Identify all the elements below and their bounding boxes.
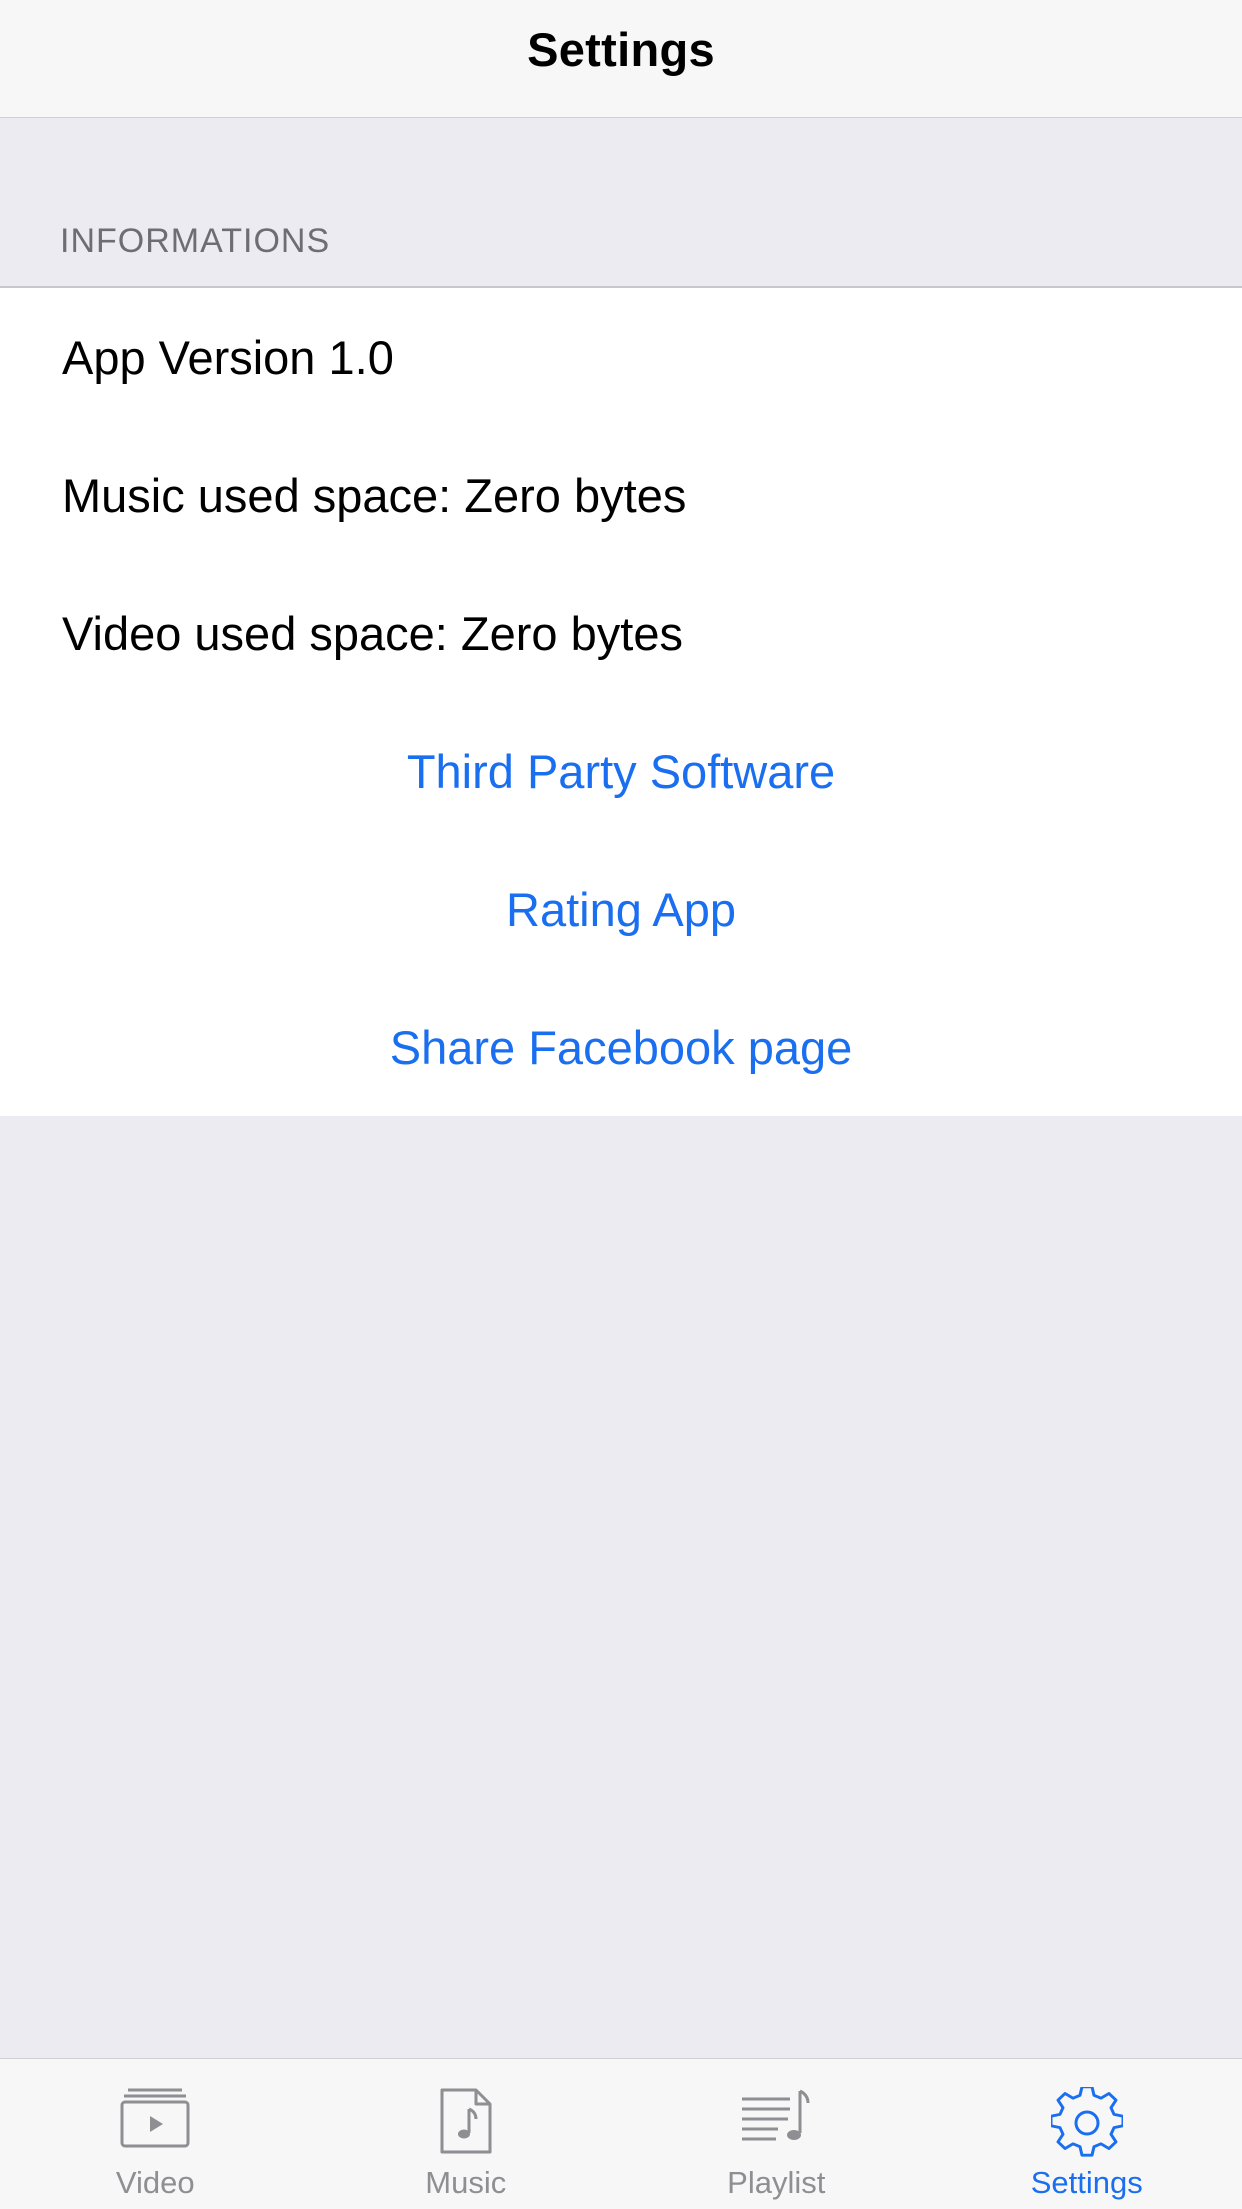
gear-icon bbox=[1051, 2087, 1123, 2159]
tab-video[interactable]: Video bbox=[0, 2059, 311, 2209]
video-used-space-row: Video used space: Zero bytes bbox=[0, 564, 1242, 702]
tab-label-settings: Settings bbox=[1031, 2165, 1143, 2201]
tab-label-video: Video bbox=[116, 2165, 195, 2201]
music-note-icon bbox=[438, 2087, 494, 2155]
video-icon bbox=[120, 2087, 190, 2149]
tab-playlist[interactable]: Playlist bbox=[621, 2059, 932, 2209]
tab-bar: Video Music Playlist bbox=[0, 2058, 1242, 2209]
navigation-bar: Settings bbox=[0, 0, 1242, 118]
rating-app-button[interactable]: Rating App bbox=[0, 840, 1242, 978]
tab-settings[interactable]: Settings bbox=[932, 2059, 1242, 2209]
playlist-icon bbox=[740, 2087, 812, 2149]
page-title: Settings bbox=[527, 22, 715, 77]
share-facebook-page-button[interactable]: Share Facebook page bbox=[0, 978, 1242, 1116]
app-version-row: App Version 1.0 bbox=[0, 288, 1242, 426]
informations-group: App Version 1.0 Music used space: Zero b… bbox=[0, 286, 1242, 1116]
tab-label-playlist: Playlist bbox=[727, 2165, 825, 2201]
music-used-space-row: Music used space: Zero bytes bbox=[0, 426, 1242, 564]
tab-music[interactable]: Music bbox=[311, 2059, 622, 2209]
section-header-informations: INFORMATIONS bbox=[60, 222, 330, 261]
tab-label-music: Music bbox=[425, 2165, 506, 2201]
third-party-software-button[interactable]: Third Party Software bbox=[0, 702, 1242, 840]
